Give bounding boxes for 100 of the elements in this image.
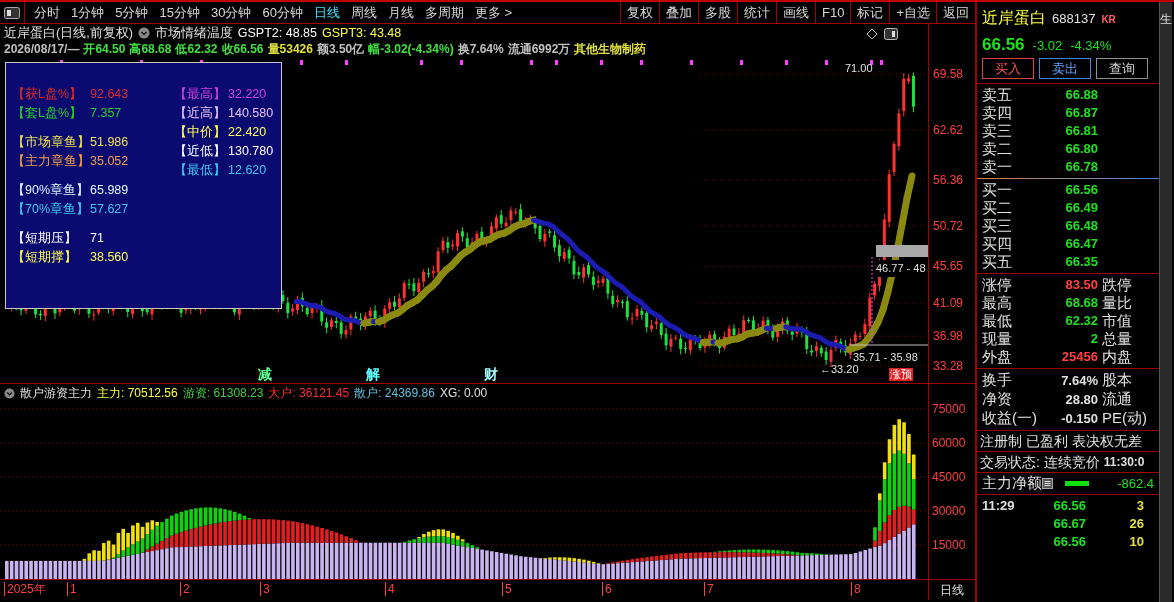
stat-value: 2: [1089, 330, 1098, 349]
stat-label: 换手: [982, 370, 1013, 391]
indicator-value: 大户: 36121.45: [268, 386, 350, 400]
dropdown-icon[interactable]: [137, 27, 150, 39]
stat-label: PE(动): [1102, 408, 1147, 429]
order-label: 卖五: [982, 84, 1013, 105]
trade-status: 交易状态: 连续竞价: [980, 452, 1100, 472]
trade-button[interactable]: 查询: [1096, 58, 1148, 79]
order-label: 卖三: [982, 120, 1013, 141]
stat-label: 现量: [982, 328, 1013, 349]
net-flow-bar: [1065, 481, 1089, 486]
axis-label: 1: [67, 582, 77, 596]
order-price: 66.47: [1064, 235, 1098, 254]
event-marker: 财: [484, 367, 498, 382]
order-price: 66.81: [1064, 122, 1098, 141]
axis-label: 33.28: [933, 360, 964, 372]
axis-label: 5: [502, 582, 512, 596]
indicator-value: 散户: 24369.86: [354, 386, 435, 400]
stat-label: 最低: [982, 310, 1013, 331]
tick-volume: 3: [1135, 497, 1144, 516]
toolbar-button[interactable]: +自选: [889, 2, 936, 23]
axis-label: 4: [385, 582, 395, 596]
tick-price: 66.56: [1052, 497, 1086, 516]
order-price: 66.87: [1064, 104, 1098, 123]
indicator-value: GSPT2: 48.85: [237, 25, 318, 41]
order-label: 卖二: [982, 138, 1013, 159]
stat-label: 量比: [1102, 292, 1132, 313]
period-tab[interactable]: 月线: [382, 2, 419, 23]
status-time: 11:30:0: [1103, 454, 1145, 471]
stat-label: 最高: [982, 292, 1013, 313]
diamond-icon[interactable]: [866, 28, 878, 40]
axis-label: 7: [704, 582, 714, 596]
list-icon[interactable]: [1042, 478, 1053, 489]
stock-code: 688137: [1052, 10, 1096, 28]
order-price: 66.88: [1064, 86, 1098, 105]
info-label: 【套L盘%】: [12, 105, 84, 122]
panel-toggle-icon[interactable]: [884, 28, 898, 40]
order-label: 买一: [982, 179, 1013, 200]
info-label: 【获L盘%】: [12, 86, 84, 103]
stat-label: 市值: [1102, 310, 1132, 331]
price-change: -3.02: [1032, 37, 1063, 55]
axis-label: 45.65: [933, 260, 964, 273]
period-tab[interactable]: 周线: [345, 2, 382, 23]
info-label: 【中价】: [174, 124, 227, 141]
period-tab[interactable]: 分时: [29, 2, 65, 23]
side-tab[interactable]: 生: [1160, 10, 1172, 28]
info-value: 22.420: [228, 124, 267, 141]
last-price: 66.56: [982, 34, 1025, 56]
info-value: 32.220: [228, 86, 267, 103]
event-marker: 解: [366, 367, 380, 382]
quote-field: 其他生物制药: [574, 41, 647, 57]
stat-label: 总量: [1102, 328, 1132, 349]
axis-label: 6: [602, 582, 612, 596]
toolbar-button[interactable]: F10: [815, 2, 851, 23]
toolbar-button[interactable]: 叠加: [659, 2, 698, 23]
axis-label: 69.58: [933, 68, 964, 80]
percent-change: -4.34%: [1070, 37, 1112, 55]
toolbar-button[interactable]: 复权: [620, 2, 659, 23]
stat-value: -0.150: [1060, 409, 1098, 428]
trade-button[interactable]: 买入: [982, 58, 1034, 79]
indicator-value: GSPT3: 43.48: [322, 25, 402, 41]
quote-field: 高68.68: [129, 41, 172, 57]
dropdown-icon[interactable]: [4, 387, 15, 399]
info-value: 92.643: [90, 86, 129, 103]
period-tab[interactable]: 60分钟: [257, 2, 308, 23]
toolbar-button[interactable]: 统计: [737, 2, 776, 23]
toolbar-button[interactable]: 画线: [776, 2, 815, 23]
price-label: 46.77 - 48: [876, 260, 926, 277]
order-price: 66.48: [1064, 217, 1098, 236]
quote-field: 低62.32: [175, 41, 218, 57]
period-tab[interactable]: 更多 >: [469, 2, 518, 23]
period-tab[interactable]: 5分钟: [110, 2, 154, 23]
toolbar-button[interactable]: 多股: [698, 2, 737, 23]
period-tab[interactable]: 15分钟: [154, 2, 205, 23]
stat-label: 净资: [982, 389, 1013, 410]
order-price: 66.80: [1064, 140, 1098, 159]
period-tab[interactable]: 日线: [308, 2, 345, 23]
trade-button[interactable]: 卖出: [1039, 58, 1091, 79]
net-flow-label: 主力净额: [982, 473, 1042, 494]
stat-value: 83.50: [1064, 276, 1098, 295]
stat-label: 股本: [1102, 370, 1132, 391]
axis-label: 56.36: [933, 174, 964, 187]
price-range-bar: [876, 245, 928, 257]
indicator-value: XG: 0.00: [439, 386, 488, 400]
panel-toggle-icon[interactable]: [4, 6, 20, 19]
period-tab[interactable]: 1分钟: [66, 2, 110, 23]
event-marker: 减: [258, 367, 272, 382]
order-price: 66.35: [1064, 253, 1098, 272]
axis-label: 75000: [932, 403, 966, 415]
period-tab[interactable]: 30分钟: [205, 2, 257, 23]
stat-value: 25456: [1060, 348, 1098, 367]
toolbar-button[interactable]: 标记: [850, 2, 890, 23]
info-value: 7.357: [90, 105, 122, 122]
order-label: 卖一: [982, 156, 1013, 177]
stat-label: 流通: [1102, 389, 1132, 410]
axis-label: 2025年: [4, 582, 46, 596]
stat-value: 28.80: [1064, 390, 1098, 409]
indicator-name: 市场情绪温度: [154, 25, 233, 41]
period-tab[interactable]: 多周期: [419, 2, 469, 23]
toolbar-button[interactable]: 返回: [936, 2, 975, 23]
